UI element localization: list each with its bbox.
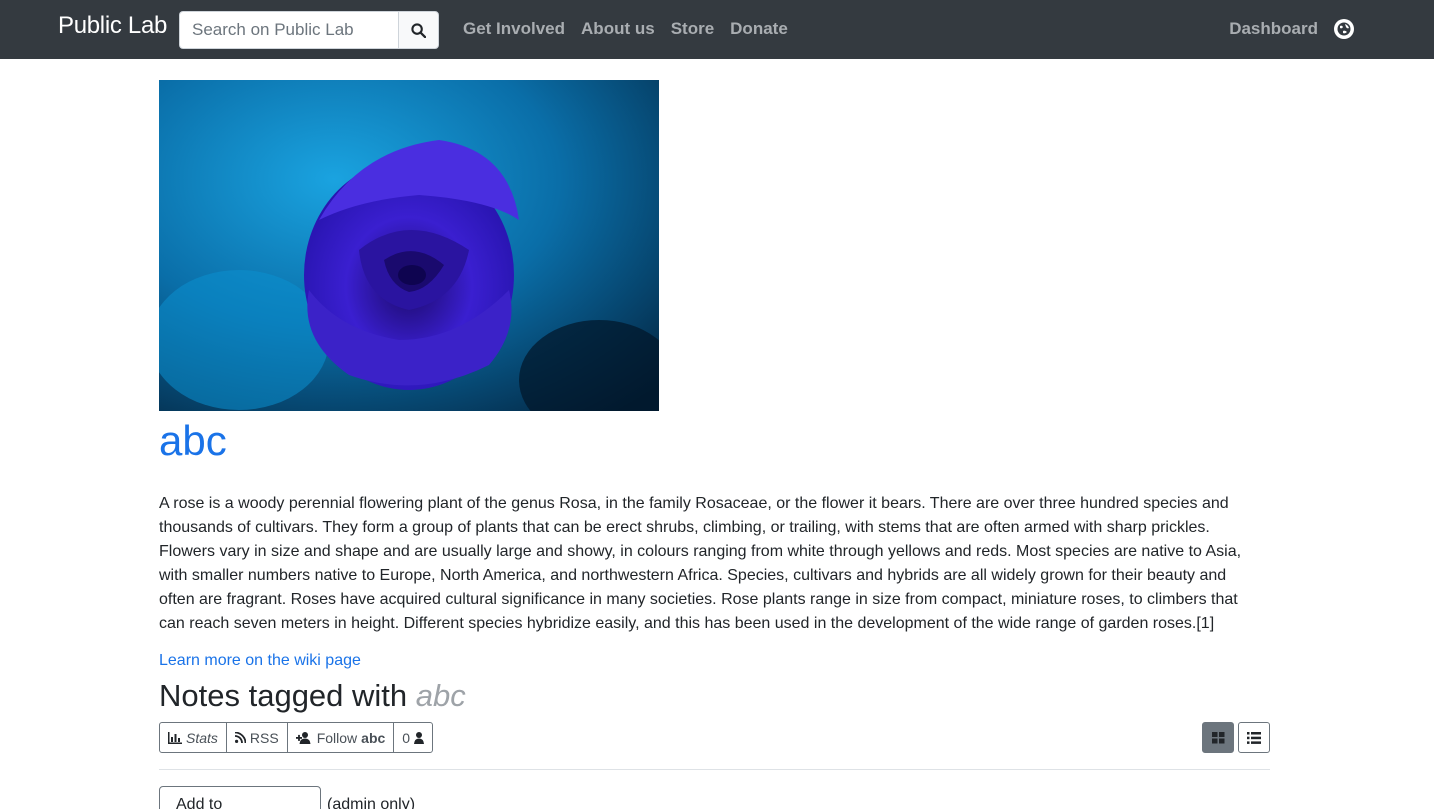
top-navbar: Public Lab Get Involved About us Store D… xyxy=(0,0,1434,59)
list-view-button[interactable] xyxy=(1238,722,1270,753)
follow-tag: abc xyxy=(361,729,386,746)
rss-icon xyxy=(234,732,246,743)
stats-label: Stats xyxy=(186,729,218,746)
notes-heading-tag: abc xyxy=(415,678,466,713)
followers-count: 0 xyxy=(402,729,411,746)
user-plus-icon xyxy=(295,731,311,744)
notes-heading: Notes tagged with abc xyxy=(159,676,1270,716)
main-content: abc A rose is a woody perennial flowerin… xyxy=(159,80,1270,809)
nav-about-us[interactable]: About us xyxy=(581,19,655,39)
user-menu-icon[interactable] xyxy=(1334,19,1354,39)
brand-logo[interactable]: Public Lab xyxy=(58,12,167,40)
followers-count-button[interactable]: 0 xyxy=(393,722,434,753)
follow-label: Follow xyxy=(316,729,358,746)
tag-description: A rose is a woody perennial flowering pl… xyxy=(159,495,1242,632)
globe-icon xyxy=(1337,22,1351,36)
bar-chart-icon xyxy=(168,731,182,744)
add-to-dropdown[interactable]: Add to xyxy=(159,786,321,809)
rss-button[interactable]: RSS xyxy=(225,722,288,753)
add-to-label: Add to xyxy=(176,796,223,809)
rss-label: RSS xyxy=(249,729,279,746)
nav-get-involved[interactable]: Get Involved xyxy=(463,19,565,39)
nav-donate[interactable]: Donate xyxy=(730,19,788,39)
notes-toolbar: Stats RSS Follow abc 0 xyxy=(159,722,1270,753)
nav-dashboard[interactable]: Dashboard xyxy=(1229,19,1318,39)
stats-button[interactable]: Stats xyxy=(159,722,227,753)
follow-button[interactable]: Follow abc xyxy=(286,722,395,753)
search-form xyxy=(179,11,439,49)
bottom-controls: Add to (admin only) xyxy=(159,786,1270,809)
user-icon xyxy=(414,731,425,744)
list-icon xyxy=(1247,731,1261,744)
nav-store[interactable]: Store xyxy=(671,19,714,39)
tag-actions: Stats RSS Follow abc 0 xyxy=(159,722,434,753)
page-title: abc xyxy=(159,417,227,464)
search-icon xyxy=(411,22,426,38)
wiki-link[interactable]: Learn more on the wiki page xyxy=(159,652,361,670)
notes-heading-text: Notes tagged with xyxy=(159,678,408,713)
view-toggle xyxy=(1202,722,1270,753)
divider xyxy=(159,769,1270,770)
grid-icon xyxy=(1211,731,1224,743)
tag-image xyxy=(159,80,659,411)
admin-only-note: (admin only) xyxy=(327,796,416,809)
nav-links: Get Involved About us Store Donate xyxy=(463,19,788,39)
nav-right: Dashboard xyxy=(1229,19,1354,39)
grid-view-button[interactable] xyxy=(1202,722,1234,753)
search-input[interactable] xyxy=(179,11,398,49)
search-button[interactable] xyxy=(398,11,439,49)
